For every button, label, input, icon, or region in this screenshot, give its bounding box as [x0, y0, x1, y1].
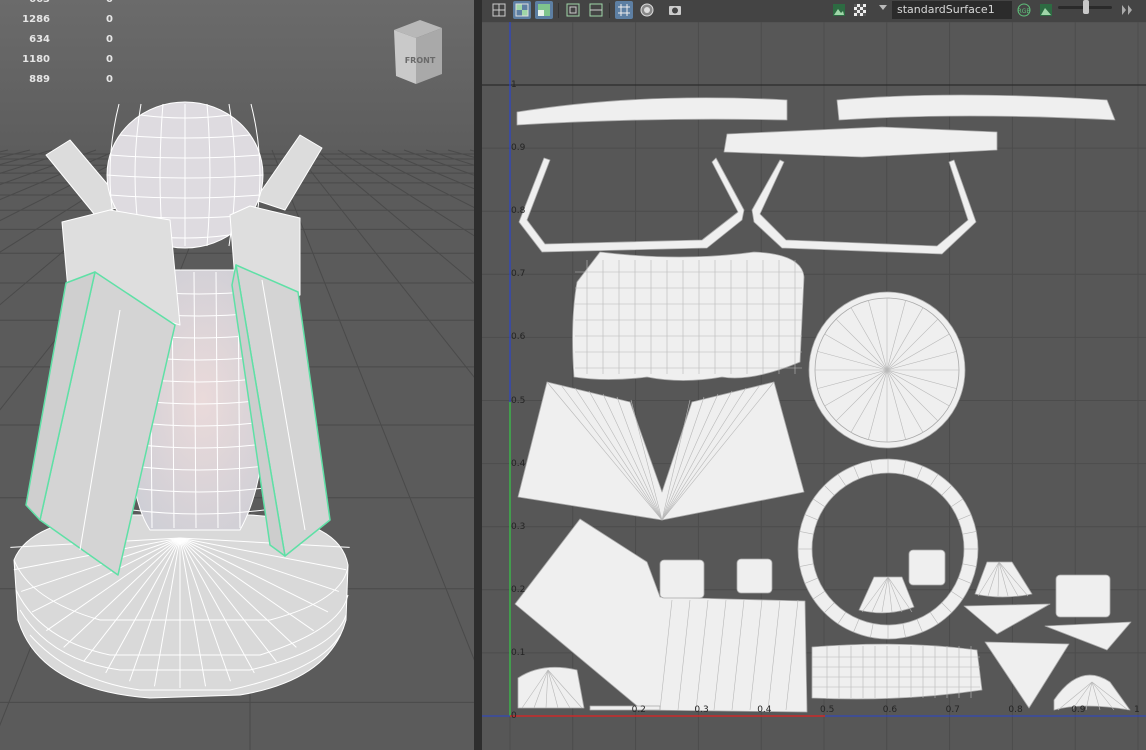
image-icon[interactable]: [830, 1, 848, 19]
view-cube-front-label[interactable]: FRONT: [400, 56, 440, 65]
v-axis-tick: 0.6: [511, 332, 526, 343]
v-axis-tick: 0.5: [511, 395, 526, 406]
uv-shell-bottom-band: [811, 643, 983, 700]
uv-editor-toolbar: standardSurface1 RGB: [482, 0, 1146, 22]
v-axis-tick: 0.2: [511, 584, 526, 595]
uv-frame-icon[interactable]: [490, 1, 508, 19]
u-axis-tick: 0.3: [694, 705, 709, 715]
u-axis-tick: 0.9: [1071, 705, 1086, 715]
exposure-slider-knob[interactable]: [1083, 0, 1089, 14]
uv-shell-fan-3: [1053, 674, 1131, 711]
uv-shell-head-band: [572, 251, 805, 381]
checker-icon-1[interactable]: [513, 1, 531, 19]
toolbar-separator: [558, 3, 559, 18]
shaded-icon[interactable]: [638, 1, 656, 19]
hud-row: 1286 0: [22, 14, 113, 25]
view-cube[interactable]: [390, 18, 446, 88]
hud-row: 634 0: [29, 34, 113, 45]
u-axis-tick: 0.6: [882, 705, 898, 715]
perspective-viewport[interactable]: 6630 12860 6340 11800 8890 FRONT: [0, 0, 474, 750]
poly-count-hud: 6630 12860 6340 11800 8890: [0, 0, 130, 92]
uv-shell-fan-1: [858, 576, 915, 614]
viewport-scene[interactable]: [0, 0, 474, 750]
v-axis-tick: 0.1: [511, 647, 526, 658]
u-axis-tick: 0.5: [820, 705, 835, 715]
grid-toggle-icon[interactable]: [615, 1, 633, 19]
v-axis-tick: 0: [511, 711, 517, 721]
v-axis-tick: 0.3: [511, 521, 526, 532]
v-axis-tick: 0.8: [511, 206, 526, 217]
exposure-icon[interactable]: [1118, 1, 1136, 19]
toolbar-separator: [609, 3, 610, 18]
checker-icon-2[interactable]: [535, 1, 553, 19]
uv-shell-small-square-3: [908, 549, 946, 586]
uv-shell-thin-strip: [589, 705, 661, 711]
v-axis-tick: 0.4: [511, 458, 526, 469]
uv-shell-small-square-2: [736, 558, 773, 594]
uv-shell-small-square-4: [1055, 574, 1111, 618]
uv-shell-top-left-strip: [516, 97, 788, 126]
shader-name-field[interactable]: standardSurface1: [892, 1, 1012, 19]
u-axis-tick: 1: [1134, 705, 1140, 715]
snapshot-icon[interactable]: [666, 1, 684, 19]
grid-display-icon-2[interactable]: [587, 1, 605, 19]
hud-row: 889 0: [29, 74, 113, 85]
rgb-channel-icon[interactable]: RGB: [1013, 1, 1033, 19]
panel-divider[interactable]: [474, 0, 482, 750]
uv-shell-frame-right: [751, 159, 977, 255]
uv-shell-top-center-strip: [723, 126, 998, 158]
hud-row: 6630: [0, 0, 120, 8]
uv-editor-panel: standardSurface1 RGB 1 0.9 0.8 0.7 0.6 0…: [482, 0, 1146, 750]
u-axis-tick: 0.8: [1008, 705, 1023, 715]
hud-row: 1180 0: [22, 54, 113, 65]
u-axis-tick: 0.7: [945, 705, 960, 715]
uv-shell-small-square-1: [659, 559, 705, 599]
v-axis-tick: 0.7: [511, 269, 526, 280]
uv-grid-canvas[interactable]: [482, 22, 1146, 750]
uv-shell-top-right-strip: [836, 94, 1116, 121]
u-axis-tick: 0.2: [631, 705, 646, 715]
checker-pattern-icon[interactable]: [851, 1, 869, 19]
u-axis-tick: 0.4: [757, 705, 772, 715]
v-axis-tick: 1: [511, 80, 517, 90]
image-ratio-icon[interactable]: [1037, 1, 1055, 19]
uv-shell-frame-left: [518, 157, 745, 253]
uv-shell-cloak-left: [517, 381, 805, 521]
rgb-channel-label: RGB: [1018, 8, 1031, 15]
grid-display-icon-1[interactable]: [564, 1, 582, 19]
shader-dropdown-arrow[interactable]: [879, 5, 887, 10]
uv-shell-triangle-1: [963, 603, 1051, 635]
v-axis-tick: 0.9: [511, 143, 526, 154]
